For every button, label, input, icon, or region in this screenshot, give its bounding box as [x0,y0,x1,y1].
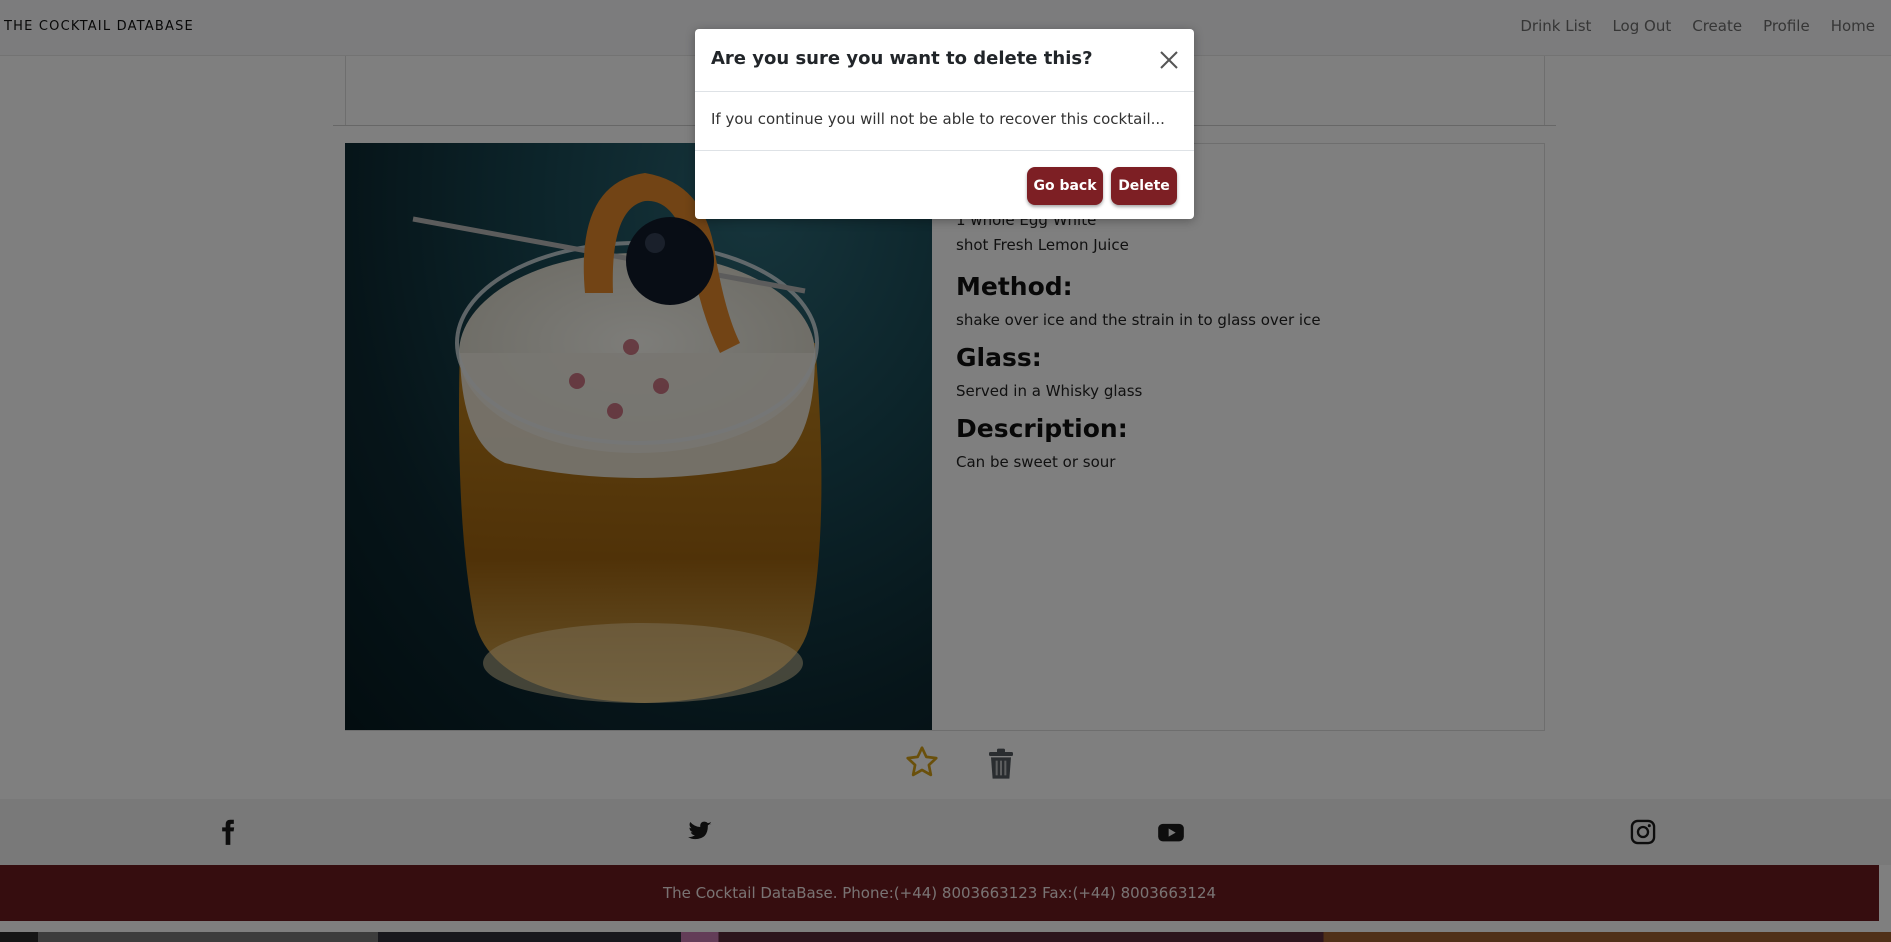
modal-header: Are you sure you want to delete this? [695,29,1194,92]
delete-confirm-modal: Are you sure you want to delete this? If… [695,29,1194,219]
modal-title: Are you sure you want to delete this? [711,48,1093,69]
modal-body-text: If you continue you will not be able to … [711,110,1165,128]
modal-body: If you continue you will not be able to … [695,92,1194,151]
close-icon[interactable] [1158,49,1180,71]
go-back-button[interactable]: Go back [1027,167,1103,205]
delete-button[interactable]: Delete [1111,167,1177,205]
modal-footer: Go back Delete [695,151,1194,219]
